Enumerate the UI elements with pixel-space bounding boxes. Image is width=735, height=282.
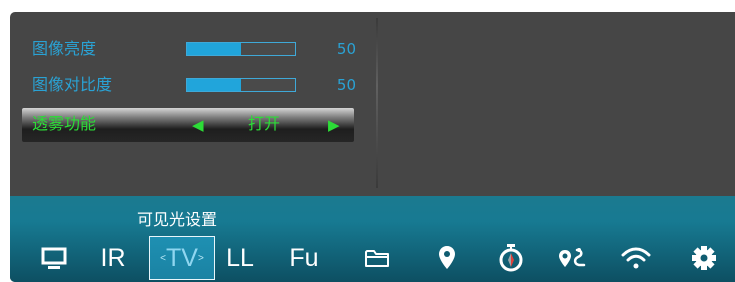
brightness-value: 50 [336,40,356,58]
folder-icon[interactable] [360,238,394,278]
panel-divider [376,18,378,188]
wifi-icon[interactable] [618,238,654,278]
location-pin-icon[interactable] [432,238,462,278]
brightness-slider-fill [187,43,241,55]
bottom-nav-bar: 可见光设置 IR < TV > LL Fu [10,196,735,282]
settings-screen: 图像亮度 50 图像对比度 50 透雾功能 ◀ 打开 ▶ 可见光设置 IR < … [10,12,735,282]
defog-option-value: 打开 [248,114,281,133]
option-left-arrow[interactable]: ◀ [192,115,204,135]
contrast-slider-fill [187,79,241,91]
tab-ir[interactable]: IR [96,238,130,278]
stopwatch-icon[interactable] [494,238,528,278]
menu-item-defog[interactable]: 透雾功能 ◀ 打开 ▶ [22,108,354,142]
defog-label: 透雾功能 [32,114,97,133]
tab-fu-label: Fu [289,243,319,272]
tab-tv-label: TV [166,243,198,272]
monitor-icon[interactable] [36,238,72,278]
contrast-label: 图像对比度 [32,75,113,94]
mode-title: 可见光设置 [137,210,218,229]
route-icon[interactable] [554,238,590,278]
option-right-arrow[interactable]: ▶ [328,115,340,135]
tab-fu[interactable]: Fu [284,238,324,278]
brightness-label: 图像亮度 [32,39,97,58]
contrast-value: 50 [336,76,356,94]
tab-ll[interactable]: LL [220,238,260,278]
tab-ir-label: IR [100,243,126,272]
tab-tv[interactable]: < TV > [149,236,215,280]
menu-item-contrast[interactable]: 图像对比度 50 [22,74,362,96]
tab-tv-right-mark: > [197,252,204,264]
gear-icon[interactable] [686,238,722,278]
tab-ll-label: LL [226,243,254,272]
menu-item-brightness[interactable]: 图像亮度 50 [22,38,362,60]
contrast-slider[interactable] [186,78,296,92]
brightness-slider[interactable] [186,42,296,56]
